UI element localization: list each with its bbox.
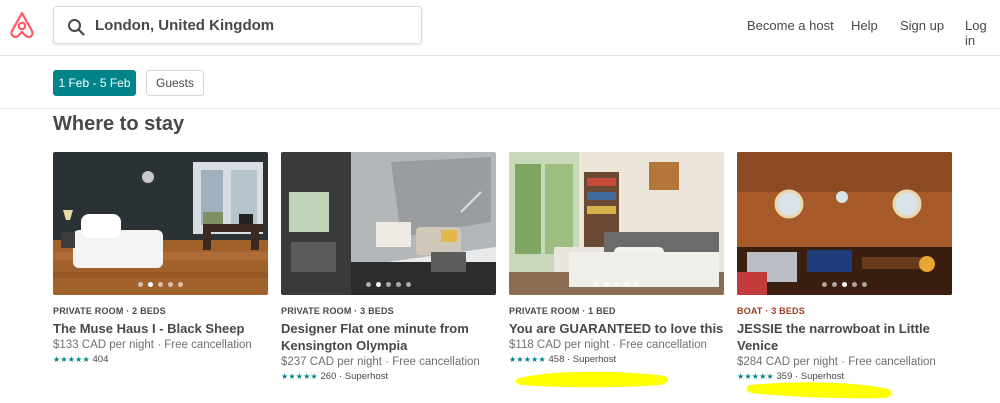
carousel-dot[interactable] bbox=[148, 282, 153, 287]
carousel-dot[interactable] bbox=[624, 282, 629, 287]
carousel-dot[interactable] bbox=[138, 282, 143, 287]
photo-carousel-dots[interactable] bbox=[737, 282, 952, 287]
star-rating-icon: ★★★★★ bbox=[53, 355, 90, 364]
star-rating-icon: ★★★★★ bbox=[509, 355, 546, 364]
listing-type: BOAT · 3 BEDS bbox=[737, 306, 805, 316]
star-rating-icon: ★★★★★ bbox=[281, 372, 318, 381]
bedroom-photo-image bbox=[53, 152, 268, 295]
filter-bar: 1 Feb - 5 Feb Guests bbox=[0, 57, 1000, 109]
listing-photo[interactable] bbox=[737, 152, 952, 295]
carousel-dot[interactable] bbox=[862, 282, 867, 287]
boat-photo-image bbox=[737, 152, 952, 295]
photo-carousel-dots[interactable] bbox=[509, 282, 724, 287]
star-rating-icon: ★★★★★ bbox=[737, 372, 774, 381]
carousel-dot[interactable] bbox=[822, 282, 827, 287]
carousel-dot[interactable] bbox=[614, 282, 619, 287]
carousel-dot[interactable] bbox=[852, 282, 857, 287]
flat-photo-image bbox=[281, 152, 496, 295]
carousel-dot[interactable] bbox=[366, 282, 371, 287]
listing-card[interactable]: BOAT · 3 BEDS JESSIE the narrowboat in L… bbox=[737, 152, 952, 382]
carousel-dot[interactable] bbox=[594, 282, 599, 287]
listing-card[interactable]: PRIVATE ROOM · 2 BEDS The Muse Haus I - … bbox=[53, 152, 268, 365]
log-in-link[interactable]: Log in bbox=[965, 18, 1000, 48]
help-link[interactable]: Help bbox=[851, 18, 878, 33]
listing-photo[interactable] bbox=[281, 152, 496, 295]
carousel-dot[interactable] bbox=[604, 282, 609, 287]
listing-photo[interactable] bbox=[53, 152, 268, 295]
review-count: 458 · Superhost bbox=[548, 354, 617, 365]
listing-photo[interactable] bbox=[509, 152, 724, 295]
carousel-dot[interactable] bbox=[832, 282, 837, 287]
carousel-dot[interactable] bbox=[396, 282, 401, 287]
dates-filter-button[interactable]: 1 Feb - 5 Feb bbox=[53, 70, 136, 96]
listing-price: $237 CAD per night · Free cancellation bbox=[281, 356, 480, 368]
top-header: Become a host Help Sign up Log in bbox=[0, 0, 1000, 56]
listing-rating: ★★★★★ 404 bbox=[53, 354, 268, 365]
carousel-dot[interactable] bbox=[158, 282, 163, 287]
carousel-dot[interactable] bbox=[842, 282, 847, 287]
carousel-dot[interactable] bbox=[386, 282, 391, 287]
become-host-link[interactable]: Become a host bbox=[747, 18, 834, 33]
listing-type: PRIVATE ROOM · 1 BED bbox=[509, 306, 616, 316]
listing-title[interactable]: JESSIE the narrowboat in Little Venice bbox=[737, 320, 952, 354]
review-count: 359 · Superhost bbox=[776, 371, 845, 382]
room-photo-image bbox=[509, 152, 724, 295]
search-box[interactable] bbox=[53, 6, 422, 44]
review-count: 404 bbox=[92, 354, 109, 365]
search-icon bbox=[68, 19, 85, 36]
listing-type: PRIVATE ROOM · 3 BEDS bbox=[281, 306, 394, 316]
sign-up-link[interactable]: Sign up bbox=[900, 18, 944, 33]
carousel-dot[interactable] bbox=[634, 282, 639, 287]
photo-carousel-dots[interactable] bbox=[281, 282, 496, 287]
search-input[interactable] bbox=[95, 13, 415, 37]
carousel-dot[interactable] bbox=[178, 282, 183, 287]
photo-carousel-dots[interactable] bbox=[53, 282, 268, 287]
listing-price: $118 CAD per night · Free cancellation bbox=[509, 339, 707, 351]
carousel-dot[interactable] bbox=[406, 282, 411, 287]
listing-rating: ★★★★★ 458 · Superhost bbox=[509, 354, 724, 365]
listing-rating: ★★★★★ 359 · Superhost bbox=[737, 371, 952, 382]
listing-price: $133 CAD per night · Free cancellation bbox=[53, 339, 252, 351]
review-count: 260 · Superhost bbox=[320, 371, 389, 382]
listing-title[interactable]: Designer Flat one minute from Kensington… bbox=[281, 320, 496, 354]
listing-price: $284 CAD per night · Free cancellation bbox=[737, 356, 936, 368]
listing-card[interactable]: PRIVATE ROOM · 3 BEDS Designer Flat one … bbox=[281, 152, 496, 382]
listing-type: PRIVATE ROOM · 2 BEDS bbox=[53, 306, 166, 316]
section-title: Where to stay bbox=[53, 113, 185, 135]
yellow-highlight-mark bbox=[515, 371, 668, 388]
listing-card[interactable]: PRIVATE ROOM · 1 BED You are GUARANTEED … bbox=[509, 152, 724, 365]
guests-filter-button[interactable]: Guests bbox=[146, 70, 204, 96]
carousel-dot[interactable] bbox=[168, 282, 173, 287]
airbnb-logo-icon[interactable] bbox=[9, 11, 35, 39]
listing-rating: ★★★★★ 260 · Superhost bbox=[281, 371, 496, 382]
listing-title[interactable]: The Muse Haus I - Black Sheep bbox=[53, 320, 268, 337]
carousel-dot[interactable] bbox=[376, 282, 381, 287]
listing-title[interactable]: You are GUARANTEED to love this bbox=[509, 320, 724, 337]
